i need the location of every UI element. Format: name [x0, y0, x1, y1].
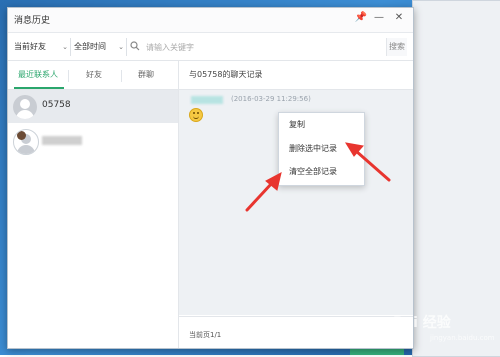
tab-group-chats[interactable]: 群聊: [138, 69, 154, 80]
title-bar: 消息历史 📌 — ✕: [8, 8, 413, 33]
divider: [126, 38, 127, 56]
menu-item-copy[interactable]: 复制: [289, 119, 305, 130]
pin-icon[interactable]: 📌: [354, 11, 368, 25]
chat-title: 与05758的聊天记录: [189, 70, 263, 79]
friend-filter-dropdown[interactable]: 当前好友 ⌄: [14, 39, 68, 55]
toolbar: 当前好友 ⌄ 全部时间 ⌄ 搜索: [8, 33, 413, 61]
friend-filter-label: 当前好友: [14, 42, 46, 51]
message-sender-redacted: [191, 96, 223, 104]
divider: [68, 70, 69, 82]
chat-header: 与05758的聊天记录: [179, 61, 413, 90]
background-window: [412, 0, 500, 357]
contact-item[interactable]: [8, 124, 178, 157]
watermark: Bai 经验: [393, 315, 451, 331]
contact-name-redacted: [42, 136, 82, 145]
time-filter-label: 全部时间: [74, 42, 106, 51]
menu-item-delete-selected[interactable]: 删除选中记录: [289, 143, 337, 154]
avatar: [13, 129, 39, 155]
smiley-emoji-icon[interactable]: [189, 108, 203, 122]
search-button[interactable]: 搜索: [386, 38, 407, 56]
search-icon: [130, 41, 140, 51]
search-box: [128, 38, 390, 56]
active-tab-indicator: [14, 87, 64, 89]
context-menu: 复制 删除选中记录 清空全部记录: [278, 112, 365, 186]
avatar-badge: [17, 131, 26, 140]
time-filter-dropdown[interactable]: 全部时间 ⌄: [74, 39, 124, 55]
chevron-down-icon: ⌄: [62, 43, 68, 51]
search-input[interactable]: [144, 38, 386, 56]
chat-footer: 当前页1/1: [179, 316, 413, 349]
contacts-panel: 最近联系人 好友 群聊 05758: [8, 61, 179, 348]
chevron-down-icon: ⌄: [118, 43, 124, 51]
tab-friends[interactable]: 好友: [86, 69, 102, 80]
chat-panel: 与05758的聊天记录 (2016-03-29 11:29:56) 当前页1/1: [179, 61, 413, 348]
page-indicator: 当前页1/1: [189, 331, 222, 339]
contact-item[interactable]: 05758: [8, 90, 178, 123]
divider: [70, 38, 71, 56]
minimize-icon[interactable]: —: [372, 11, 386, 25]
avatar: [13, 95, 37, 119]
window-title: 消息历史: [14, 16, 51, 26]
watermark-url: jingyan.baidu.com: [430, 334, 495, 342]
tab-recent-contacts[interactable]: 最近联系人: [18, 69, 58, 80]
divider: [121, 70, 122, 82]
menu-item-clear-all[interactable]: 清空全部记录: [289, 166, 337, 177]
contact-name: 05758: [42, 100, 71, 110]
contact-tabs: 最近联系人 好友 群聊: [8, 61, 178, 90]
message-timestamp: (2016-03-29 11:29:56): [231, 95, 311, 103]
close-icon[interactable]: ✕: [392, 11, 406, 25]
